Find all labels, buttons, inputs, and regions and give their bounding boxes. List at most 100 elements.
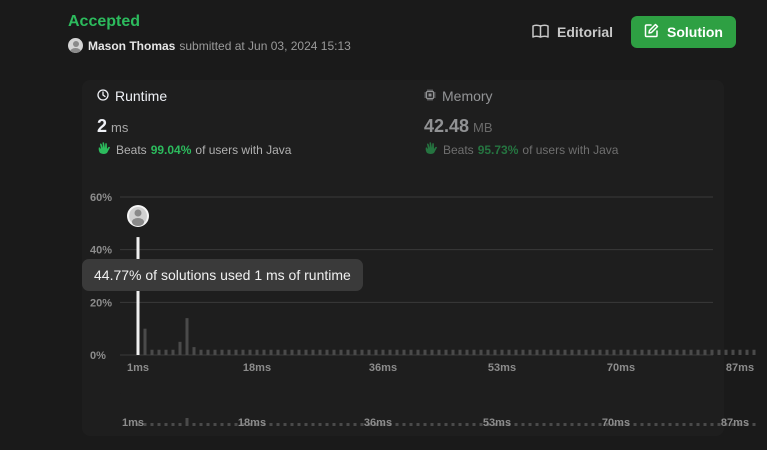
overview-bar xyxy=(458,423,462,426)
chart-bar xyxy=(178,341,182,355)
chart-bar xyxy=(479,349,483,355)
chart-bar xyxy=(290,349,294,355)
chart-bar xyxy=(563,349,567,355)
overview-bar xyxy=(668,423,672,426)
chart-bar xyxy=(192,347,196,355)
overview-bar xyxy=(444,423,448,426)
chart-bar xyxy=(402,349,406,355)
chart-bar xyxy=(745,349,749,355)
overview-bar xyxy=(584,423,588,426)
overview-bar xyxy=(150,423,154,426)
overview-bar xyxy=(157,423,161,426)
overview-bar xyxy=(318,423,322,426)
chart-bar xyxy=(605,349,609,355)
overview-bar xyxy=(437,423,441,426)
chart-bar xyxy=(682,349,686,355)
chart-bar xyxy=(185,318,189,355)
y-tick-label: 0% xyxy=(90,350,106,362)
overview-bar xyxy=(591,423,595,426)
chart-bar xyxy=(633,349,637,355)
chart-bar xyxy=(577,349,581,355)
selected-marker xyxy=(127,205,149,227)
overview-bar xyxy=(178,423,182,426)
chart-bar xyxy=(297,349,301,355)
chart-bar xyxy=(199,349,203,355)
overview-bar xyxy=(682,423,686,426)
chart-bar xyxy=(171,349,175,355)
runtime-distribution-chart[interactable]: 0%20%40%60% 1ms18ms36ms53ms70ms87ms104ms… xyxy=(0,0,767,450)
overview-tick-label: 87ms xyxy=(721,417,749,429)
chart-bar xyxy=(528,349,532,355)
overview-bar xyxy=(416,423,420,426)
chart-bar xyxy=(157,349,161,355)
runtime-overview-scrollbar[interactable]: 1ms18ms36ms53ms70ms87ms104ms121ms xyxy=(120,390,767,430)
overview-tick-label: 18ms xyxy=(238,417,266,429)
chart-bar xyxy=(619,349,623,355)
overview-bar xyxy=(353,423,357,426)
x-tick-label: 70ms xyxy=(607,362,635,374)
chart-bar xyxy=(535,349,539,355)
overview-bar xyxy=(402,423,406,426)
chart-bar xyxy=(248,349,252,355)
chart-bar xyxy=(241,349,245,355)
chart-bar xyxy=(262,349,266,355)
overview-bar xyxy=(451,423,455,426)
chart-bar xyxy=(332,349,336,355)
overview-bar xyxy=(339,423,343,426)
chart-bar xyxy=(507,349,511,355)
chart-bar xyxy=(409,349,413,355)
chart-bar xyxy=(556,349,560,355)
overview-bar xyxy=(220,423,224,426)
overview-bar xyxy=(171,423,175,426)
chart-bar xyxy=(591,349,595,355)
overview-bar xyxy=(577,423,581,426)
chart-bar xyxy=(311,349,315,355)
chart-bar xyxy=(283,349,287,355)
overview-bar xyxy=(213,423,217,426)
x-tick-label: 36ms xyxy=(369,362,397,374)
overview-tick-label: 36ms xyxy=(364,417,392,429)
chart-bar xyxy=(346,349,350,355)
overview-bar xyxy=(752,423,756,426)
chart-bar xyxy=(318,349,322,355)
overview-bar xyxy=(199,423,203,426)
chart-bar xyxy=(493,349,497,355)
chart-bar xyxy=(213,349,217,355)
chart-bar xyxy=(500,349,504,355)
chart-bar xyxy=(752,349,756,355)
overview-bar xyxy=(269,423,273,426)
overview-bar xyxy=(556,423,560,426)
chart-bar xyxy=(423,349,427,355)
overview-bar xyxy=(276,423,280,426)
overview-bar xyxy=(549,423,553,426)
chart-bar xyxy=(675,349,679,355)
chart-bar xyxy=(255,349,259,355)
chart-bar xyxy=(626,349,630,355)
x-tick-label: 18ms xyxy=(243,362,271,374)
chart-bars xyxy=(136,237,756,355)
overview-bar xyxy=(192,423,196,426)
chart-bar xyxy=(437,349,441,355)
chart-bar xyxy=(486,349,490,355)
x-tick-label: 1ms xyxy=(127,362,149,374)
chart-bar xyxy=(206,349,210,355)
overview-bar xyxy=(325,423,329,426)
chart-bar xyxy=(269,349,273,355)
chart-bar xyxy=(451,349,455,355)
overview-bar xyxy=(185,418,189,426)
overview-bar xyxy=(640,423,644,426)
selected-bar xyxy=(136,237,140,355)
overview-bar xyxy=(290,423,294,426)
overview-bar xyxy=(283,423,287,426)
chart-bar xyxy=(689,349,693,355)
overview-bar xyxy=(703,423,707,426)
chart-bar xyxy=(367,349,371,355)
chart-bar xyxy=(227,349,231,355)
overview-bar xyxy=(465,423,469,426)
overview-tick-label: 1ms xyxy=(122,417,144,429)
overview-bar xyxy=(521,423,525,426)
chart-bar xyxy=(360,349,364,355)
overview-bar xyxy=(710,423,714,426)
chart-bar xyxy=(374,349,378,355)
overview-bar xyxy=(430,423,434,426)
